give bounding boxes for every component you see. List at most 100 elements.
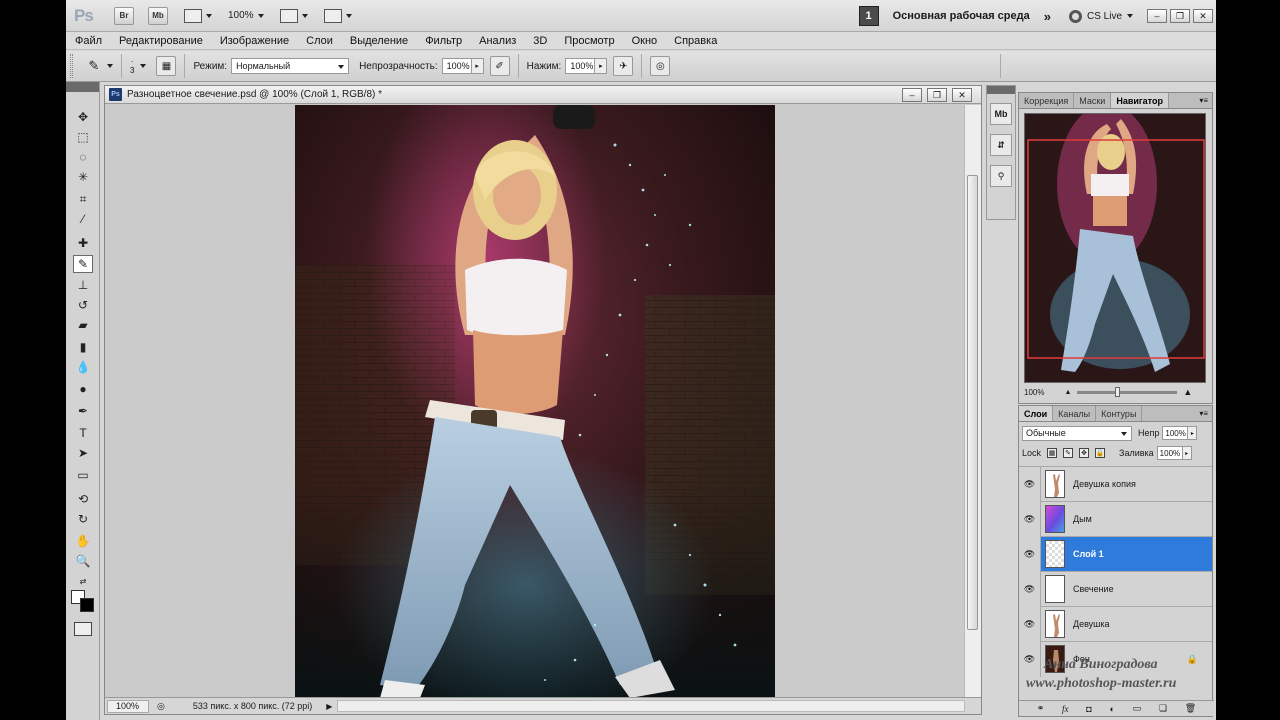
vertical-scrollbar[interactable] xyxy=(964,105,981,698)
zoom-tool-icon[interactable]: 🔍 xyxy=(73,552,93,570)
rectangle-tool-icon[interactable]: ▭ xyxy=(73,466,93,484)
visibility-eye-icon[interactable]: 👁 xyxy=(1021,479,1039,490)
workspace-expand-icon[interactable]: » xyxy=(1044,9,1051,24)
3d-orbit-tool-icon[interactable]: ↻ xyxy=(73,510,93,528)
minimize-button[interactable]: – xyxy=(1147,9,1167,23)
blend-mode-select[interactable]: Нормальный xyxy=(231,58,350,74)
path-selection-tool-icon[interactable]: ➤ xyxy=(73,444,93,462)
gradient-tool-icon[interactable]: ▮ xyxy=(73,338,93,356)
status-zoom-field[interactable]: 100% xyxy=(107,699,149,713)
crop-tool-icon[interactable]: ⌗ xyxy=(73,190,93,208)
menu-filter[interactable]: Фильтр xyxy=(425,35,462,47)
doc-close-button[interactable]: ✕ xyxy=(952,88,972,102)
airbrush-icon[interactable]: ✈ xyxy=(613,56,634,76)
tab-layers[interactable]: Слои xyxy=(1019,406,1054,421)
adjustment-layer-icon[interactable]: ◐ xyxy=(1109,704,1114,714)
navigator-thumbnail[interactable] xyxy=(1024,113,1206,383)
tab-paths[interactable]: Контуры xyxy=(1096,406,1143,421)
visibility-eye-icon[interactable]: 👁 xyxy=(1021,549,1039,560)
horizontal-scrollbar[interactable] xyxy=(337,700,965,712)
healing-brush-tool-icon[interactable]: ✚ xyxy=(73,234,93,252)
visibility-eye-icon[interactable]: 👁 xyxy=(1021,619,1039,630)
pen-tool-icon[interactable]: ✒ xyxy=(73,402,93,420)
menu-view[interactable]: Просмотр xyxy=(564,35,614,47)
pressure-size-icon[interactable]: ◎ xyxy=(650,56,671,76)
panel-menu-icon[interactable]: ▾≡ xyxy=(1199,96,1208,105)
tab-channels[interactable]: Каналы xyxy=(1053,406,1097,421)
layer-blend-mode-select[interactable]: Обычные xyxy=(1022,425,1132,441)
menu-3d[interactable]: 3D xyxy=(533,35,547,47)
flow-field[interactable]: 100% xyxy=(565,58,596,74)
tab-navigator[interactable]: Навигатор xyxy=(1111,93,1169,108)
vertical-scroll-thumb[interactable] xyxy=(967,175,978,630)
layer-row-devushka[interactable]: 👁 Девушка xyxy=(1019,606,1212,642)
brush-tool-icon[interactable]: ✎ xyxy=(73,255,93,273)
bridge-button[interactable]: Br xyxy=(114,6,134,25)
marquee-tool-icon[interactable]: ⬚ xyxy=(73,128,93,146)
lock-transparency-icon[interactable]: ▦ xyxy=(1047,448,1058,458)
cs-live-button[interactable]: CS Live xyxy=(1068,9,1133,23)
lasso-tool-icon[interactable]: ◌ xyxy=(73,148,93,166)
options-grip[interactable] xyxy=(70,54,73,78)
workspace-label[interactable]: Основная рабочая среда xyxy=(893,10,1030,22)
visibility-eye-icon[interactable]: 👁 xyxy=(1021,584,1039,595)
opacity-slider-button[interactable]: ▸ xyxy=(471,58,484,74)
3d-rotate-tool-icon[interactable]: ⟲ xyxy=(73,490,93,508)
opacity-field[interactable]: 100% xyxy=(441,58,472,74)
brush-size-picker[interactable]: · 3 xyxy=(130,57,147,75)
tools-panel-header[interactable] xyxy=(66,82,99,92)
minibridge-button[interactable]: Mb xyxy=(148,6,168,25)
navigator-zoom-slider[interactable] xyxy=(1077,386,1178,397)
layer-row-svechenie[interactable]: 👁 Свечение xyxy=(1019,571,1212,607)
pressure-opacity-icon[interactable]: ✐ xyxy=(489,56,510,76)
menu-select[interactable]: Выделение xyxy=(350,35,408,47)
new-group-icon[interactable]: ▭ xyxy=(1133,703,1142,714)
layer-opacity-field[interactable]: 100% xyxy=(1162,426,1189,440)
canvas-artwork[interactable] xyxy=(295,105,775,698)
navigator-zoom-value[interactable]: 100% xyxy=(1024,388,1044,397)
layer-style-icon[interactable]: fx xyxy=(1062,704,1069,714)
quick-mask-icon[interactable] xyxy=(74,622,92,636)
doc-restore-button[interactable]: ❐ xyxy=(927,88,947,102)
fill-field[interactable]: 100% xyxy=(1156,446,1183,460)
brush-tool-preset-icon[interactable]: ✎ xyxy=(83,56,105,76)
layer-row-sloy-1[interactable]: 👁 Слой 1 xyxy=(1019,536,1212,572)
close-button[interactable]: ✕ xyxy=(1193,9,1213,23)
background-color-swatch[interactable] xyxy=(80,598,94,612)
zoom-in-icon[interactable]: ▲ xyxy=(1183,387,1192,397)
menu-analysis[interactable]: Анализ xyxy=(479,35,516,47)
type-tool-icon[interactable]: T xyxy=(73,424,93,442)
zoom-out-icon[interactable]: ▲ xyxy=(1064,389,1071,396)
visibility-eye-icon[interactable]: 👁 xyxy=(1021,514,1039,525)
hand-tool-icon[interactable]: ✋ xyxy=(73,532,93,550)
actions-panel-icon[interactable]: ⚲ xyxy=(990,165,1012,187)
eyedropper-tool-icon[interactable]: ⁄ xyxy=(73,210,93,228)
document-title-bar[interactable]: Ps Разноцветное свечение.psd @ 100% (Сло… xyxy=(105,86,981,104)
eraser-tool-icon[interactable]: ▰ xyxy=(73,316,93,334)
restore-button[interactable]: ❐ xyxy=(1170,9,1190,23)
blur-tool-icon[interactable]: 💧 xyxy=(73,358,93,376)
canvas-area[interactable] xyxy=(105,105,965,698)
delete-layer-icon[interactable]: 🗑 xyxy=(1185,703,1196,714)
menu-edit[interactable]: Редактирование xyxy=(119,35,203,47)
screen-mode-dropdown[interactable] xyxy=(323,8,352,23)
history-brush-tool-icon[interactable]: ↺ xyxy=(73,296,93,314)
brush-panel-icon[interactable]: ▦ xyxy=(156,56,177,76)
strip-header[interactable] xyxy=(987,86,1015,94)
status-zoom-icon[interactable]: ◎ xyxy=(157,701,165,712)
new-layer-icon[interactable]: ❏ xyxy=(1159,703,1167,714)
doc-minimize-button[interactable]: – xyxy=(902,88,922,102)
view-extras-dropdown[interactable] xyxy=(184,8,212,23)
zoom-level-dropdown[interactable]: 100% xyxy=(228,10,264,21)
flow-slider-button[interactable]: ▸ xyxy=(595,58,608,74)
minibridge-panel-icon[interactable]: Mb xyxy=(990,103,1012,125)
menu-file[interactable]: Файл xyxy=(75,35,102,47)
menu-layers[interactable]: Слои xyxy=(306,35,333,47)
lock-all-icon[interactable]: 🔒 xyxy=(1095,448,1106,458)
menu-window[interactable]: Окно xyxy=(632,35,658,47)
history-panel-icon[interactable]: ⇵ xyxy=(990,134,1012,156)
arrange-documents-dropdown[interactable] xyxy=(279,8,308,23)
dodge-tool-icon[interactable]: ● xyxy=(73,380,93,398)
fill-slider-button[interactable]: ▸ xyxy=(1182,446,1192,460)
workspace-switcher-button[interactable]: 1 xyxy=(858,6,879,26)
